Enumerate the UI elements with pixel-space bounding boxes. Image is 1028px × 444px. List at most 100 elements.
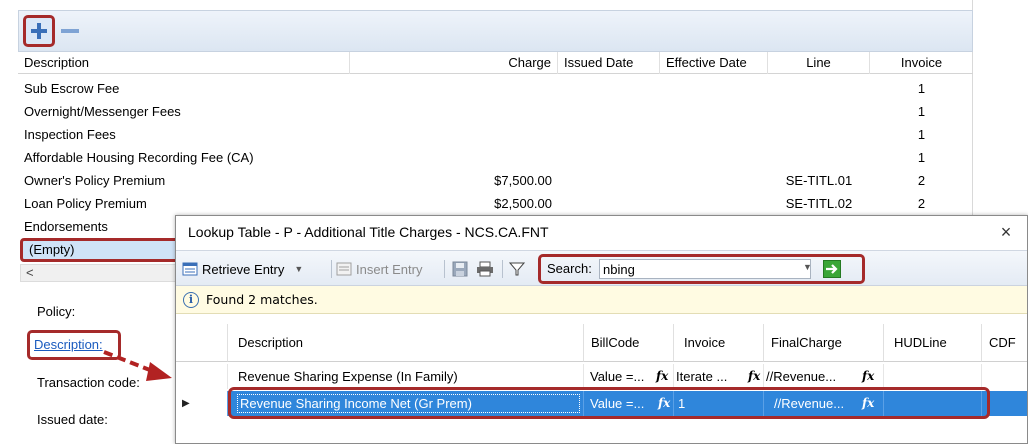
row-indicator-header [176, 324, 228, 362]
cell-hudline [884, 391, 982, 416]
table-row[interactable]: Loan Policy Premium $2,500.00 SE-TITL.02… [18, 192, 973, 215]
scroll-left-arrow-icon[interactable]: < [26, 265, 34, 281]
table-row[interactable]: Revenue Sharing Expense (In Family) Valu… [176, 364, 1027, 389]
retrieve-entry-icon [182, 262, 198, 276]
cell-line [768, 146, 870, 169]
column-header-line[interactable]: Line [768, 52, 870, 74]
cell-invoice: 1 [917, 127, 926, 142]
cell-billcode-value: Value =... [590, 369, 645, 384]
cell-line [768, 77, 870, 100]
formula-icon[interactable]: fx [656, 364, 668, 389]
insert-entry-button[interactable]: Insert Entry [336, 257, 422, 281]
info-message: Found 2 matches. [206, 292, 318, 307]
horizontal-scrollbar[interactable]: < [20, 264, 185, 282]
save-button[interactable] [452, 257, 468, 281]
empty-row-selected[interactable]: (Empty) [20, 238, 185, 262]
retrieve-entry-label: Retrieve Entry [202, 261, 285, 277]
add-charge-button[interactable] [23, 15, 55, 47]
insert-entry-icon [336, 262, 352, 276]
table-row[interactable]: Sub Escrow Fee 1 [18, 77, 973, 100]
cell-charge [350, 123, 558, 146]
print-icon [477, 261, 493, 277]
table-row[interactable]: Owner's Policy Premium $7,500.00 SE-TITL… [18, 169, 973, 192]
table-row[interactable]: Affordable Housing Recording Fee (CA) 1 [18, 146, 973, 169]
cell-invoice: 1 [917, 104, 926, 119]
cell-description: Owner's Policy Premium [24, 173, 166, 188]
column-header-cdf[interactable]: CDF [982, 324, 1027, 362]
cell-hudline [884, 364, 982, 389]
column-header-issued-date[interactable]: Issued Date [558, 52, 660, 74]
info-icon: i [183, 292, 199, 308]
formula-icon[interactable]: fx [748, 364, 760, 389]
charges-grid-header: Description Charge Issued Date Effective… [18, 52, 973, 74]
cell-invoice: 1 [917, 81, 926, 96]
column-header-invoice[interactable]: Invoice [674, 324, 764, 362]
column-header-description[interactable]: Description [228, 324, 584, 362]
column-header-invoice[interactable]: Invoice [870, 52, 973, 74]
dialog-toolbar: Retrieve Entry ▼ Insert Entry Search: nb… [176, 250, 1027, 286]
cell-line [768, 100, 870, 123]
cell-charge [350, 77, 558, 100]
cell-line: SE-TITL.01 [785, 173, 853, 188]
issued-date-label: Issued date: [37, 412, 108, 427]
column-header-charge[interactable]: Charge [350, 52, 558, 74]
column-header-billcode[interactable]: BillCode [584, 324, 674, 362]
cell-billcode: Value =... fx [584, 364, 674, 389]
lookup-table-dialog: Lookup Table - P - Additional Title Char… [175, 215, 1028, 444]
formula-icon[interactable]: fx [658, 391, 670, 416]
dialog-title-bar: Lookup Table - P - Additional Title Char… [176, 216, 1027, 250]
formula-icon[interactable]: fx [862, 391, 874, 416]
search-dropdown-chevron-down-icon[interactable]: ▼ [803, 262, 812, 272]
annotation-arrow-icon [103, 350, 172, 381]
cell-charge: $2,500.00 [494, 196, 552, 211]
policy-label: Policy: [37, 304, 76, 319]
dialog-title: Lookup Table - P - Additional Title Char… [188, 224, 549, 240]
remove-charge-button[interactable] [59, 22, 81, 40]
cell-invoice: 2 [917, 173, 926, 188]
cell-line: SE-TITL.02 [785, 196, 853, 211]
cell-invoice: Iterate ... fx [674, 364, 764, 389]
go-arrow-icon[interactable] [823, 260, 841, 278]
row-pointer-icon: ▶ [182, 398, 190, 409]
retrieve-entry-button[interactable]: Retrieve Entry ▼ [182, 257, 303, 281]
table-row[interactable]: Inspection Fees 1 [18, 123, 973, 146]
close-icon[interactable]: × [995, 221, 1017, 243]
cell-description: Loan Policy Premium [24, 196, 147, 211]
table-row-selected[interactable]: ▶ Revenue Sharing Income Net (Gr Prem) V… [176, 391, 1027, 416]
cell-description: Endorsements [24, 219, 108, 234]
cell-invoice-value: Iterate ... [676, 369, 728, 384]
column-header-description[interactable]: Description [18, 52, 350, 74]
cell-line [768, 123, 870, 146]
column-header-hudline[interactable]: HUDLine [884, 324, 982, 362]
minus-icon [61, 29, 79, 33]
search-highlight: Search: ▼ [538, 254, 865, 284]
column-header-effective-date[interactable]: Effective Date [660, 52, 768, 74]
cell-finalcharge-value: //Revenue... [774, 396, 845, 411]
description-link[interactable]: Description: [34, 337, 103, 352]
cell-billcode-value: Value =... [590, 396, 645, 411]
cell-finalcharge: //Revenue... fx [764, 391, 884, 416]
cell-invoice: 1 [917, 150, 926, 165]
cell-description: Overnight/Messenger Fees [24, 104, 181, 119]
search-input[interactable] [599, 259, 811, 279]
cell-charge [350, 100, 558, 123]
filter-icon [509, 262, 525, 276]
cell-invoice: 2 [917, 196, 926, 211]
lookup-grid: Description BillCode Invoice FinalCharge… [176, 324, 1027, 444]
search-label: Search: [547, 261, 592, 276]
cell-charge: $7,500.00 [494, 173, 552, 188]
cell-cdf [982, 391, 1027, 416]
insert-entry-label: Insert Entry [356, 261, 423, 277]
column-header-finalcharge[interactable]: FinalCharge [764, 324, 884, 362]
formula-icon[interactable]: fx [862, 364, 874, 389]
cell-description: Revenue Sharing Income Net (Gr Prem) [228, 391, 584, 416]
row-indicator: ▶ [176, 391, 228, 416]
cell-billcode: Value =... fx [584, 391, 674, 416]
cell-finalcharge: //Revenue... fx [764, 364, 884, 389]
cell-invoice: 1 [674, 391, 764, 416]
cell-finalcharge-value: //Revenue... [766, 369, 837, 384]
print-button[interactable] [476, 257, 494, 281]
table-row[interactable]: Overnight/Messenger Fees 1 [18, 100, 973, 123]
retrieve-dropdown-chevron-down-icon[interactable]: ▼ [294, 264, 303, 274]
filter-button[interactable] [509, 257, 525, 281]
